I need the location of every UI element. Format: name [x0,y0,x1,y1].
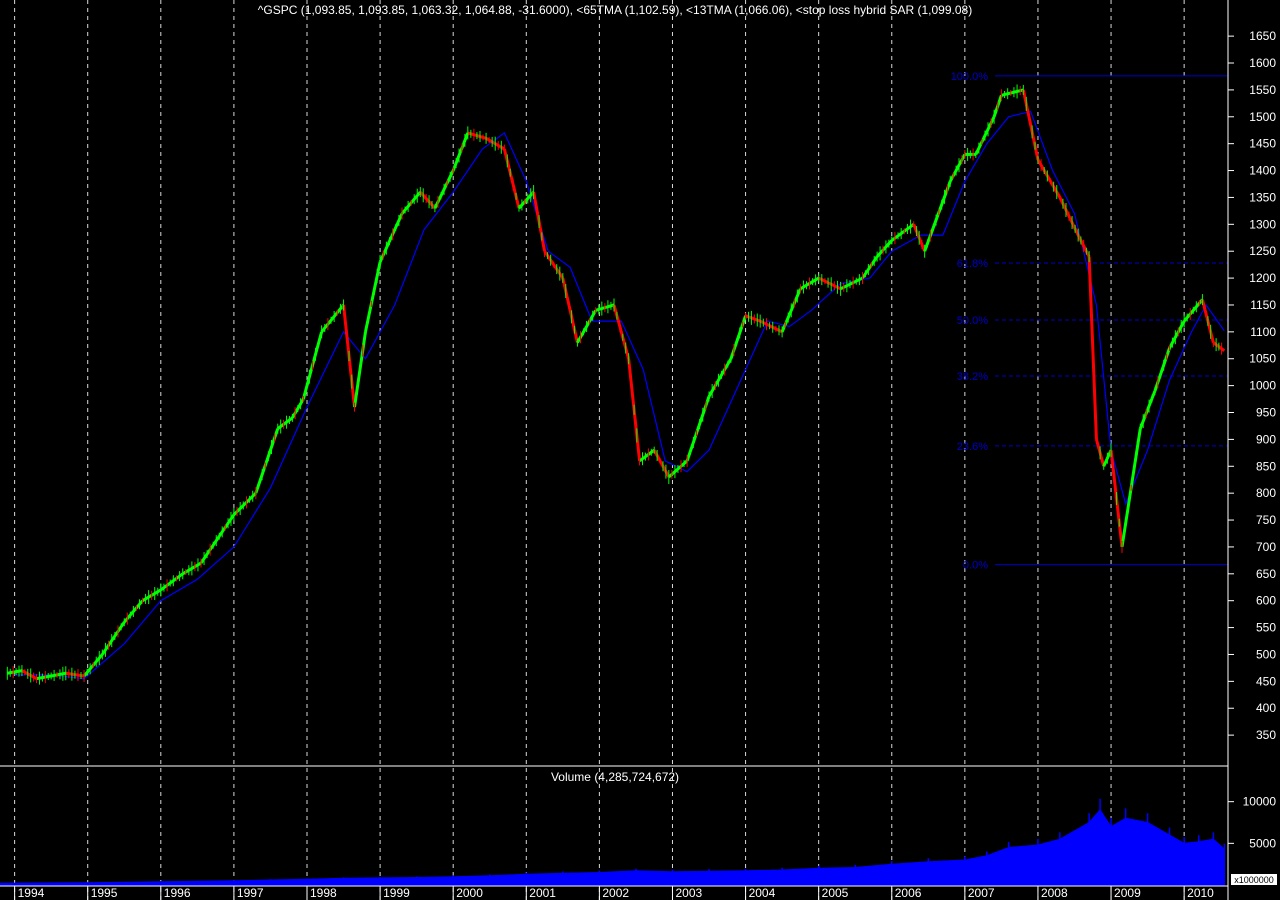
price-tick-label: 350 [1256,728,1276,742]
price-tick-label: 650 [1256,567,1276,581]
year-label: 2001 [529,886,556,900]
year-label: 2004 [749,886,776,900]
year-label: 2010 [1187,886,1214,900]
year-label: 2002 [602,886,629,900]
price-tick-label: 1350 [1249,190,1276,204]
price-tick-label: 1600 [1249,56,1276,70]
price-tick-label: 1550 [1249,83,1276,97]
year-label: 1997 [237,886,264,900]
price-tick-label: 800 [1256,486,1276,500]
price-tick-label: 450 [1256,674,1276,688]
fibonacci-label: 23.6% [957,441,988,453]
year-label: 2003 [675,886,702,900]
price-tick-label: 1100 [1250,325,1276,339]
year-label: 2009 [1114,886,1141,900]
price-tick-label: 1300 [1249,217,1276,231]
price-tick-label: 500 [1256,647,1276,661]
year-label: 1995 [91,886,118,900]
year-label: 1994 [18,886,45,900]
price-tick-label: 850 [1256,459,1276,473]
price-tick-label: 750 [1256,513,1276,527]
price-tick-label: 1250 [1249,244,1276,258]
fibonacci-label: 50.0% [957,315,988,327]
year-label: 2006 [895,886,922,900]
time-axis: 1994 1995 1996 1997 1998 1999 2000 2001 2002 2003… [0,885,1228,900]
price-tick-label: 1400 [1249,164,1276,178]
price-tick-label: 1650 [1249,29,1276,43]
price-tick-label: 550 [1256,621,1276,635]
price-tick-label: 400 [1256,701,1276,715]
chart-background [0,0,1280,900]
fibonacci-label: 100.0% [951,71,989,83]
price-tick-label: 700 [1256,540,1276,554]
volume-chart-title: Volume (4,285,724,672) [551,770,679,784]
stock-chart: 100.0% 61.8% 50.0% 38.2% 23.6% 0.0% 350 400 450… [0,0,1280,900]
price-tick-label: 1050 [1249,352,1276,366]
year-label: 2007 [968,886,995,900]
fibonacci-label: 0.0% [963,560,988,572]
volume-tick-label: 10000 [1243,795,1277,809]
year-label: 2008 [1041,886,1068,900]
fibonacci-label: 38.2% [957,371,988,383]
volume-tick-label: 5000 [1249,836,1276,850]
year-label: 1996 [164,886,191,900]
price-chart-title: ^GSPC (1,093.85, 1,093.85, 1,063.32, 1,0… [258,3,972,17]
year-label: 2000 [456,886,483,900]
volume-unit-label: x1000000 [1234,875,1274,885]
year-label: 1999 [383,886,410,900]
price-tick-label: 1000 [1249,379,1276,393]
price-tick-label: 600 [1256,594,1276,608]
price-tick-label: 1200 [1249,271,1276,285]
fibonacci-label: 61.8% [957,258,988,270]
price-tick-label: 1450 [1249,137,1276,151]
price-tick-label: 950 [1256,406,1276,420]
year-label: 2005 [822,886,849,900]
price-tick-label: 900 [1256,432,1276,446]
price-tick-label: 1150 [1250,298,1276,312]
year-label: 1998 [310,886,337,900]
price-tick-label: 1500 [1249,110,1276,124]
